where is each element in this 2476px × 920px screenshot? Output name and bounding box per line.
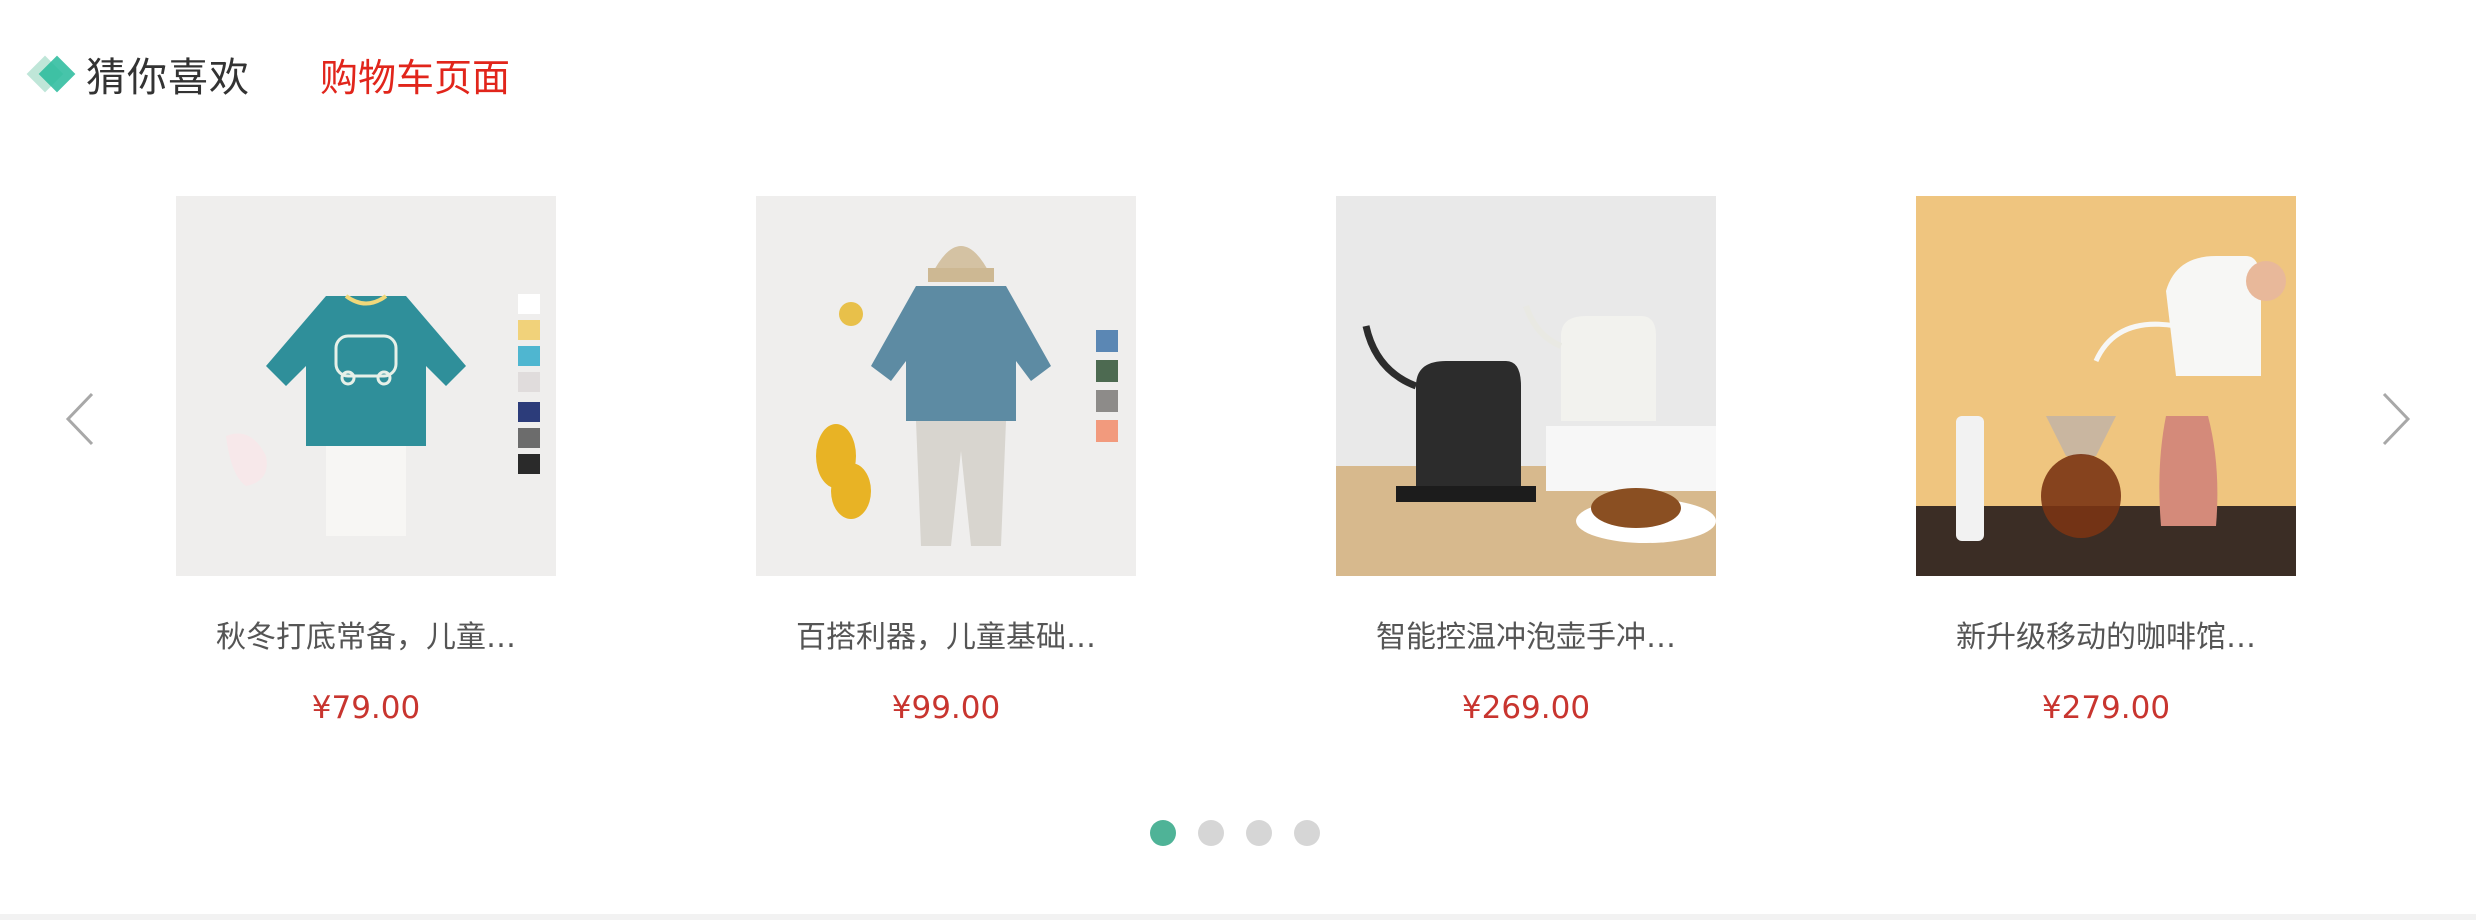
- product-card[interactable]: 百搭利器，儿童基础… ¥99.00: [756, 196, 1136, 726]
- pagination-dot-4[interactable]: [1294, 820, 1320, 846]
- pagination-dot-1[interactable]: [1150, 820, 1176, 846]
- product-name: 新升级移动的咖啡馆…: [1956, 620, 2256, 655]
- section-title: 猜你喜欢: [86, 55, 250, 101]
- product-image-coffee-set: [1916, 196, 2296, 576]
- product-price: ¥279.00: [2041, 690, 2171, 726]
- product-name: 秋冬打底常备，儿童…: [216, 620, 516, 655]
- product-carousel: 秋冬打底常备，儿童… ¥79.00 百搭利器，儿童基础… ¥99.00 智能控温…: [0, 196, 2476, 756]
- diamond-logo-icon: [26, 49, 76, 99]
- page: 猜你喜欢 购物车页面 秋冬打底常备，儿童… ¥79.00 百搭利器，儿童基础… …: [0, 0, 2476, 920]
- section-header: 猜你喜欢 购物车页面: [26, 47, 510, 102]
- product-price: ¥99.00: [891, 690, 1001, 726]
- cart-page-link[interactable]: 购物车页面: [320, 47, 510, 102]
- product-card[interactable]: 新升级移动的咖啡馆… ¥279.00: [1916, 196, 2296, 726]
- carousel-pagination: [1150, 820, 1342, 846]
- product-price: ¥269.00: [1461, 690, 1591, 726]
- product-image-kettle: [1336, 196, 1716, 576]
- product-image-kids-knit-outfit: [756, 196, 1136, 576]
- product-price: ¥79.00: [311, 690, 421, 726]
- pagination-dot-3[interactable]: [1246, 820, 1272, 846]
- product-card[interactable]: 智能控温冲泡壶手冲… ¥269.00: [1336, 196, 1716, 726]
- product-name: 百搭利器，儿童基础…: [796, 620, 1096, 655]
- pagination-dot-2[interactable]: [1198, 820, 1224, 846]
- product-name: 智能控温冲泡壶手冲…: [1376, 620, 1676, 655]
- product-card[interactable]: 秋冬打底常备，儿童… ¥79.00: [176, 196, 556, 726]
- product-image-kids-sweater: [176, 196, 556, 576]
- bottom-divider: [0, 914, 2476, 920]
